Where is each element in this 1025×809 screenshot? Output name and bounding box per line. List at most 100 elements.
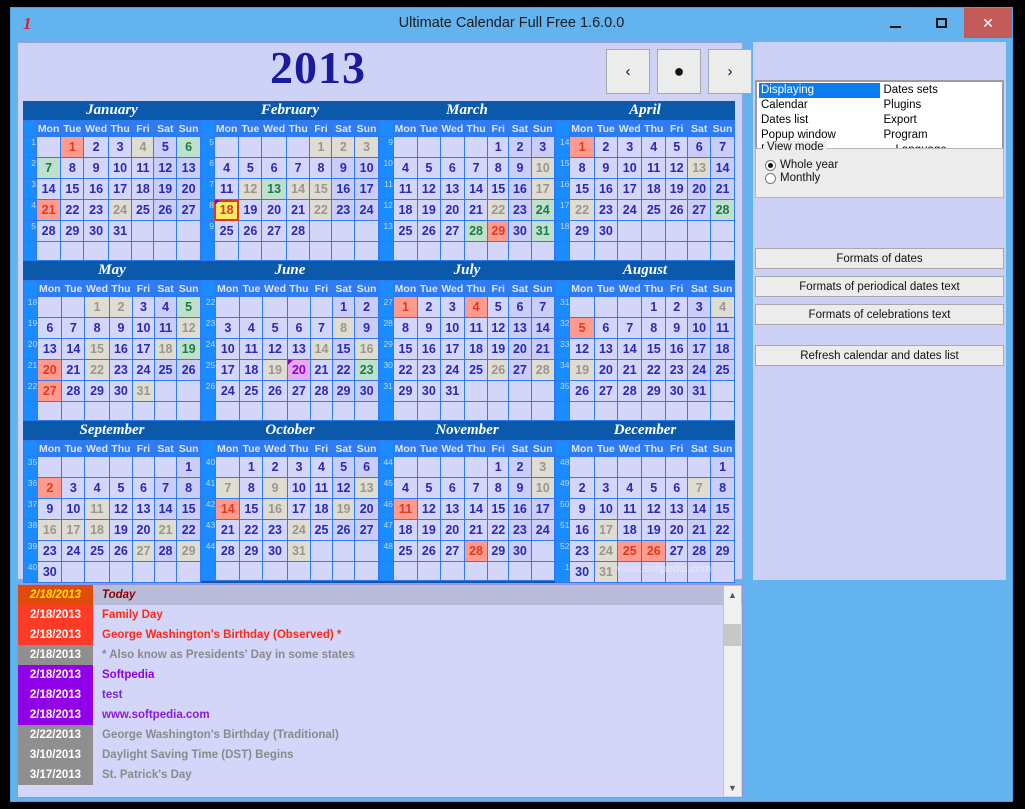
calendar-day[interactable]: 10 — [107, 157, 133, 179]
calendar-day[interactable]: 28 — [687, 540, 712, 562]
calendar-day[interactable]: 22 — [487, 199, 510, 221]
calendar-day[interactable]: 23 — [37, 540, 63, 562]
calendar-day[interactable]: 30 — [417, 380, 441, 402]
calendar-day[interactable]: 15 — [710, 498, 735, 520]
calendar-day[interactable]: 27 — [176, 199, 201, 221]
calendar-day[interactable]: 19 — [641, 519, 667, 541]
calendar-day[interactable]: 4 — [392, 157, 419, 179]
calendar-day[interactable]: 17 — [132, 338, 155, 360]
calendar-day[interactable]: 28 — [463, 540, 489, 562]
calendar-day[interactable]: 12 — [417, 178, 441, 200]
calendar-day[interactable]: 30 — [83, 220, 109, 242]
category-item-dates-sets[interactable]: Dates sets — [882, 83, 1003, 98]
calendar-day[interactable]: 31 — [687, 380, 712, 402]
calendar-day[interactable]: 4 — [463, 296, 489, 318]
calendar-day[interactable]: 25 — [710, 359, 735, 381]
calendar-day[interactable]: 6 — [37, 317, 63, 339]
dates-list-row[interactable]: 2/18/2013 Softpedia — [18, 665, 742, 685]
calendar-day[interactable]: 10 — [617, 157, 643, 179]
calendar-day[interactable]: 12 — [569, 338, 595, 360]
calendar-day[interactable]: 6 — [354, 456, 379, 478]
calendar-day[interactable]: 30 — [593, 220, 619, 242]
calendar-day[interactable]: 5 — [417, 477, 441, 499]
calendar-day[interactable]: 20 — [439, 199, 465, 221]
calendar-day[interactable]: 25 — [213, 220, 240, 242]
calendar-day[interactable]: 21 — [463, 519, 489, 541]
calendar-day[interactable]: 18 — [463, 338, 489, 360]
calendar-day[interactable]: 12 — [641, 498, 667, 520]
calendar-day[interactable]: 1 — [487, 136, 510, 158]
calendar-day[interactable]: 9 — [83, 157, 109, 179]
calendar-day[interactable]: 11 — [617, 498, 643, 520]
calendar-day[interactable]: 7 — [463, 157, 489, 179]
calendar-day[interactable]: 11 — [641, 157, 667, 179]
calendar-day[interactable]: 19 — [176, 338, 201, 360]
calendar-day[interactable]: 3 — [530, 456, 555, 478]
calendar-day[interactable]: 31 — [132, 380, 155, 402]
calendar-day[interactable]: 7 — [215, 477, 241, 499]
calendar-day[interactable]: 11 — [463, 317, 489, 339]
calendar-day[interactable]: 24 — [107, 199, 133, 221]
calendar-day[interactable]: 9 — [508, 477, 532, 499]
calendar-day[interactable]: 11 — [131, 157, 155, 179]
calendar-day[interactable]: 14 — [463, 178, 489, 200]
calendar-day[interactable]: 21 — [215, 519, 241, 541]
calendar-day[interactable]: 31 — [530, 220, 555, 242]
calendar-day[interactable]: 15 — [569, 178, 595, 200]
calendar-day[interactable]: 20 — [439, 519, 465, 541]
calendar-day[interactable]: 12 — [665, 157, 689, 179]
calendar-day[interactable]: 13 — [439, 498, 465, 520]
calendar-day[interactable]: 27 — [439, 540, 465, 562]
calendar-day[interactable]: 2 — [508, 456, 532, 478]
dates-list-panel[interactable]: 2/18/2013 Today 2/18/2013 Family Day 2/18/20… — [17, 584, 743, 798]
calendar-day[interactable]: 6 — [286, 317, 312, 339]
calendar-day[interactable]: 9 — [593, 157, 619, 179]
calendar-day[interactable]: 26 — [417, 540, 441, 562]
calendar-day[interactable]: 10 — [215, 338, 241, 360]
calendar-day[interactable]: 28 — [285, 220, 311, 242]
dates-list-row[interactable]: 2/22/2013 George Washington's Birthday (T… — [18, 725, 742, 745]
calendar-day[interactable]: 16 — [417, 338, 441, 360]
category-item-plugins[interactable]: Plugins — [882, 98, 1003, 113]
calendar-day[interactable]: 1 — [487, 456, 510, 478]
calendar-day[interactable]: 6 — [687, 136, 712, 158]
calendar-day[interactable]: 7 — [285, 157, 311, 179]
calendar-day[interactable]: 9 — [417, 317, 441, 339]
calendar-day[interactable]: 15 — [60, 178, 85, 200]
calendar-day[interactable]: 16 — [331, 178, 356, 200]
calendar-day[interactable]: 16 — [108, 338, 134, 360]
calendar-day[interactable]: 29 — [239, 540, 264, 562]
calendar-day[interactable]: 1 — [176, 456, 201, 478]
calendar-day[interactable]: 10 — [354, 157, 379, 179]
calendar-day[interactable]: 19 — [417, 199, 441, 221]
calendar-day[interactable]: 2 — [83, 136, 109, 158]
calendar-day[interactable]: 4 — [617, 477, 643, 499]
calendar-day[interactable]: 13 — [439, 178, 465, 200]
calendar-day[interactable]: 2 — [569, 477, 595, 499]
calendar-day[interactable]: 14 — [687, 498, 712, 520]
calendar-day[interactable]: 31 — [107, 220, 133, 242]
calendar-day[interactable]: 8 — [569, 157, 595, 179]
calendar-day[interactable]: 9 — [331, 157, 356, 179]
calendar-day[interactable]: 2 — [508, 136, 532, 158]
calendar-day[interactable]: 10 — [132, 317, 155, 339]
calendar-day[interactable]: 28 — [61, 380, 86, 402]
calendar-day[interactable]: 26 — [641, 540, 667, 562]
calendar-day[interactable]: 23 — [665, 359, 689, 381]
calendar-day[interactable]: 23 — [508, 519, 532, 541]
calendar-day[interactable]: 3 — [530, 136, 555, 158]
calendar-day[interactable]: 29 — [487, 540, 510, 562]
calendar-day[interactable]: 27 — [261, 220, 287, 242]
calendar-day[interactable]: 13 — [37, 338, 63, 360]
dates-list-row[interactable]: 2/18/2013 George Washington's Birthday (O… — [18, 625, 742, 645]
calendar-day[interactable]: 13 — [176, 157, 201, 179]
formats-of-celebrations-text-button[interactable]: Formats of celebrations text — [755, 304, 1004, 325]
calendar-day[interactable]: 12 — [417, 498, 441, 520]
calendar-day[interactable]: 2 — [108, 296, 134, 318]
calendar-day[interactable]: 12 — [331, 477, 356, 499]
calendar-day[interactable]: 3 — [687, 296, 712, 318]
calendar-day[interactable]: 24 — [687, 359, 712, 381]
calendar-day[interactable]: 26 — [569, 380, 595, 402]
calendar-day[interactable]: 20 — [687, 178, 712, 200]
calendar-day[interactable]: 10 — [530, 157, 555, 179]
